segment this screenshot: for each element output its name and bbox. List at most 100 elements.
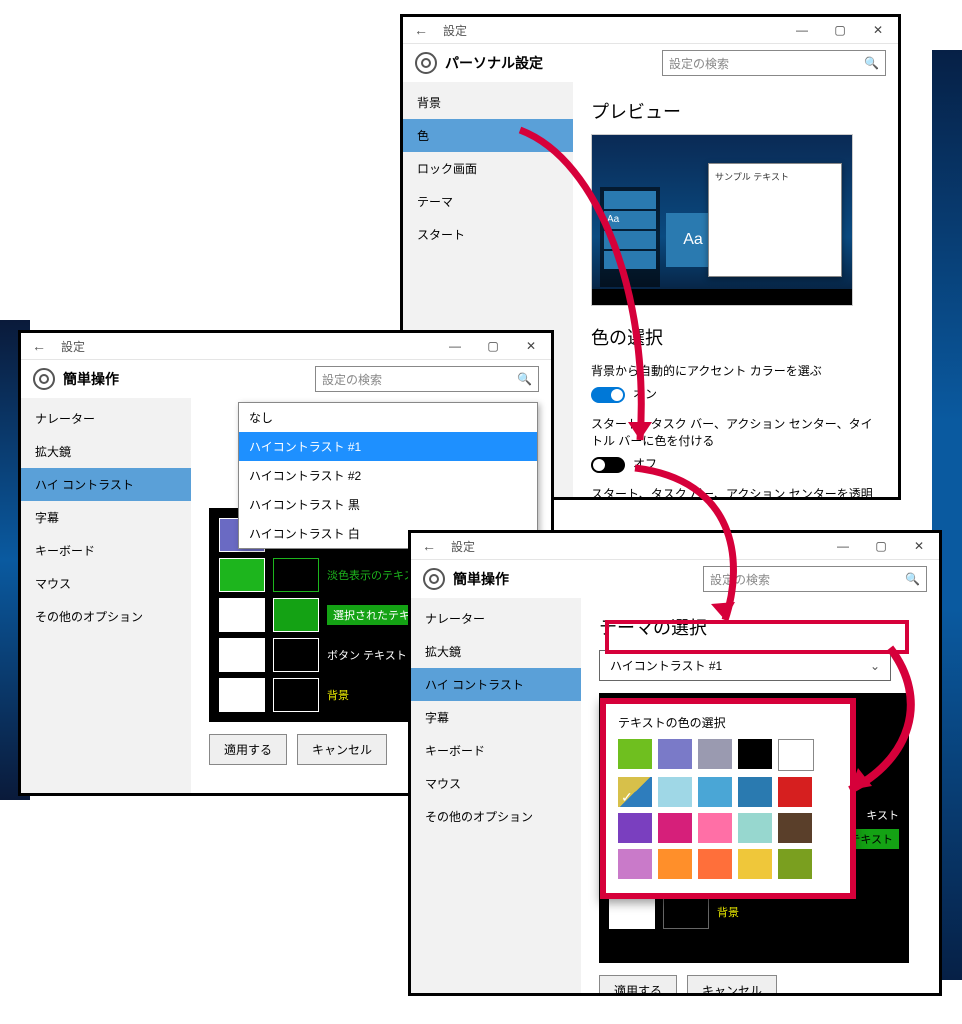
color-swatch-16[interactable] [658,849,692,879]
maximize-button[interactable]: ▢ [867,539,895,553]
color-swatch-2[interactable] [698,739,732,769]
dropdown-option-none[interactable]: なし [239,403,537,432]
opt-color-bars: スタート、タスク バー、アクション センター、タイトル バーに色を付ける [591,415,880,449]
color-swatch-6[interactable] [658,777,692,807]
sidebar-item-theme[interactable]: テーマ [403,185,573,218]
swatch-button-fg[interactable] [219,638,265,672]
search-input[interactable]: 設定の検索 🔍 [315,366,539,392]
dropdown-option-hc2[interactable]: ハイコントラスト #2 [239,461,537,490]
apply-button[interactable]: 適用する [209,734,287,765]
sidebar: ナレーター 拡大鏡 ハイ コントラスト 字幕 キーボード マウス その他のオプシ… [411,598,581,993]
color-section-title: 色の選択 [591,324,880,350]
color-swatch-12[interactable] [698,813,732,843]
back-button[interactable]: ← [27,338,51,354]
search-input[interactable]: 設定の検索 🔍 [703,566,927,592]
color-swatch-15[interactable] [618,849,652,879]
close-button[interactable]: ✕ [864,23,892,37]
sidebar-item-start[interactable]: スタート [403,218,573,251]
color-swatch-19[interactable] [778,849,812,879]
dropdown-option-hcblack[interactable]: ハイコントラスト 黒 [239,490,537,519]
color-swatch-13[interactable] [738,813,772,843]
sidebar-item-narrator[interactable]: ナレーター [411,602,581,635]
color-swatch-9[interactable] [778,777,812,807]
swatch-button-bg[interactable] [273,638,319,672]
toggle-color-bars-state: オフ [633,455,657,472]
toggle-auto-accent[interactable] [591,387,625,403]
label-background: 背景 [717,904,739,920]
sidebar-item-captions[interactable]: 字幕 [411,701,581,734]
maximize-button[interactable]: ▢ [479,339,507,353]
color-swatch-3[interactable] [738,739,772,769]
preview-sample-window: サンプル テキスト [708,163,842,277]
page-header: 簡単操作 [453,569,509,589]
back-button[interactable]: ← [417,538,441,554]
color-swatch-0[interactable] [618,739,652,769]
gear-icon [33,368,55,390]
minimize-button[interactable]: — [788,23,816,37]
search-input[interactable]: 設定の検索 🔍 [662,50,886,76]
sidebar-item-magnifier[interactable]: 拡大鏡 [21,435,191,468]
color-swatch-10[interactable] [618,813,652,843]
toggle-color-bars[interactable] [591,457,625,473]
dropdown-option-hc1[interactable]: ハイコントラスト #1 [239,432,537,461]
sidebar-item-narrator[interactable]: ナレーター [21,402,191,435]
label-selected-partial: キスト [866,807,899,823]
swatch-bg-bg[interactable] [663,895,709,929]
back-button[interactable]: ← [409,22,433,38]
theme-dropdown-list[interactable]: なし ハイコントラスト #1 ハイコントラスト #2 ハイコントラスト 黒 ハイ… [238,402,538,549]
color-swatch-17[interactable] [698,849,732,879]
search-icon: 🔍 [905,572,920,586]
gear-icon [423,568,445,590]
cancel-button[interactable]: キャンセル [297,734,387,765]
app-title: 設定 [443,22,467,39]
cancel-button[interactable]: キャンセル [687,975,777,993]
search-icon: 🔍 [864,56,879,70]
swatch-bg-fg[interactable] [219,678,265,712]
swatch-bg-bg[interactable] [273,678,319,712]
swatch-disabled-bg[interactable] [273,558,319,592]
apply-button[interactable]: 適用する [599,975,677,993]
sidebar-item-magnifier[interactable]: 拡大鏡 [411,635,581,668]
preview-title: プレビュー [591,98,880,124]
theme-select-title: テーマの選択 [599,614,921,640]
swatch-selected-bg[interactable] [273,598,319,632]
sidebar-item-color[interactable]: 色 [403,119,573,152]
gear-icon [415,52,437,74]
check-icon [620,791,634,805]
swatch-bg-fg[interactable] [609,895,655,929]
swatch-disabled-fg[interactable] [219,558,265,592]
color-swatch-14[interactable] [778,813,812,843]
sidebar-item-other[interactable]: その他のオプション [411,800,581,833]
search-icon: 🔍 [517,372,532,386]
titlebar: ← 設定 — ▢ ✕ [21,333,551,360]
minimize-button[interactable]: — [829,539,857,553]
sidebar-item-keyboard[interactable]: キーボード [411,734,581,767]
close-button[interactable]: ✕ [517,339,545,353]
sidebar-item-high-contrast[interactable]: ハイ コントラスト [411,668,581,701]
sidebar-item-captions[interactable]: 字幕 [21,501,191,534]
app-title: 設定 [61,338,85,355]
minimize-button[interactable]: — [441,339,469,353]
close-button[interactable]: ✕ [905,539,933,553]
sidebar: ナレーター 拡大鏡 ハイ コントラスト 字幕 キーボード マウス その他のオプシ… [21,398,191,793]
theme-combo[interactable]: ハイコントラスト #1 [599,650,891,681]
swatch-selected-fg[interactable] [219,598,265,632]
page-header: 簡単操作 [63,369,119,389]
sidebar-item-keyboard[interactable]: キーボード [21,534,191,567]
color-swatch-11[interactable] [658,813,692,843]
color-swatch-8[interactable] [738,777,772,807]
color-swatch-5[interactable] [618,777,652,807]
sidebar-item-lockscreen[interactable]: ロック画面 [403,152,573,185]
maximize-button[interactable]: ▢ [826,23,854,37]
color-swatch-4[interactable] [778,739,814,771]
theme-combo-value: ハイコントラスト #1 [610,657,722,674]
label-background: 背景 [327,687,349,703]
sidebar-item-mouse[interactable]: マウス [21,567,191,600]
sidebar-item-background[interactable]: 背景 [403,86,573,119]
color-swatch-7[interactable] [698,777,732,807]
color-swatch-18[interactable] [738,849,772,879]
sidebar-item-high-contrast[interactable]: ハイ コントラスト [21,468,191,501]
color-swatch-1[interactable] [658,739,692,769]
sidebar-item-mouse[interactable]: マウス [411,767,581,800]
sidebar-item-other[interactable]: その他のオプション [21,600,191,633]
